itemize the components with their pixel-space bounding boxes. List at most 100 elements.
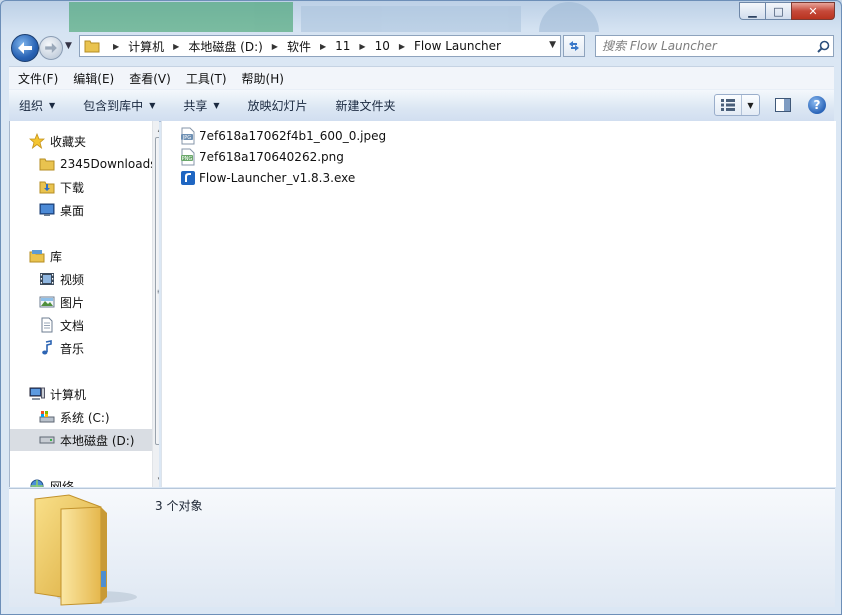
breadcrumb-10[interactable]: 10 [375, 39, 390, 53]
sidebar-label: 系统 (C:) [60, 410, 110, 425]
sidebar-label: 音乐 [60, 341, 85, 356]
sidebar-item-downloads[interactable]: 下载 [38, 176, 84, 198]
sidebar-item-favorites[interactable]: 收藏夹 [28, 130, 86, 152]
sidebar-label: 下载 [60, 180, 85, 195]
address-bar[interactable]: ▶ 计算机 ▶ 本地磁盘 (D:) ▶ 软件 ▶ 11 ▶ 10 ▶ Flow … [79, 35, 561, 57]
new-folder-button[interactable]: 新建文件夹 [336, 97, 396, 114]
sidebar-item-2345downloads[interactable]: 2345Downloads [38, 153, 156, 175]
breadcrumb-separator-icon[interactable]: ▶ [113, 42, 119, 51]
jpeg-file-icon: JPG [179, 127, 197, 145]
document-icon [38, 317, 56, 333]
breadcrumb: ▶ 计算机 ▶ 本地磁盘 (D:) ▶ 软件 ▶ 11 ▶ 10 ▶ Flow … [104, 38, 501, 55]
png-file-icon: PNG [179, 148, 197, 166]
command-bar: 组织 ▼ 包含到库中 ▼ 共享 ▼ 放映幻灯片 新建文件夹 ▼ ? [9, 89, 834, 122]
system-drive-icon [38, 409, 56, 425]
menu-edit[interactable]: 编辑(E) [64, 70, 120, 87]
music-icon [38, 340, 56, 356]
breadcrumb-software[interactable]: 软件 [287, 38, 311, 55]
drive-icon [38, 432, 56, 448]
navigation-pane: 收藏夹 2345Downloads 下载 桌面 库 视频 图片 文档 音乐 计算… [9, 121, 159, 487]
sidebar-label: 文档 [60, 318, 85, 333]
forward-button[interactable] [39, 36, 63, 60]
dropdown-arrow-icon: ▼ [149, 101, 156, 110]
sidebar-label: 桌面 [60, 203, 85, 218]
preview-pane-button[interactable] [772, 94, 794, 116]
navigation-bar: ▼ ▶ 计算机 ▶ 本地磁盘 (D:) ▶ 软件 ▶ 11 ▶ 10 ▶ Flo… [9, 33, 834, 62]
include-in-library-button[interactable]: 包含到库中 ▼ [83, 97, 155, 114]
include-in-library-label: 包含到库中 [83, 99, 144, 113]
breadcrumb-drive-d[interactable]: 本地磁盘 (D:) [188, 38, 262, 55]
breadcrumb-separator-icon[interactable]: ▶ [320, 42, 326, 51]
view-controls: ▼ ? [714, 94, 826, 116]
breadcrumb-separator-icon[interactable]: ▶ [272, 42, 278, 51]
folder-large-icon [34, 494, 137, 606]
file-item-exe[interactable]: Flow-Launcher_v1.8.3.exe [179, 168, 355, 188]
scroll-thumb[interactable]: ≡ [155, 137, 159, 445]
help-button[interactable]: ? [808, 96, 826, 114]
sidebar-label: 库 [50, 249, 63, 264]
menu-file[interactable]: 文件(F) [9, 70, 64, 87]
video-icon [38, 271, 56, 287]
breadcrumb-separator-icon[interactable]: ▶ [359, 42, 365, 51]
scroll-up-icon[interactable]: ▲ [153, 121, 159, 136]
library-icon [28, 248, 46, 264]
breadcrumb-11[interactable]: 11 [335, 39, 350, 53]
sidebar-item-videos[interactable]: 视频 [38, 268, 84, 290]
sidebar-item-drive-c[interactable]: 系统 (C:) [38, 406, 110, 428]
recent-pages-chevron-icon[interactable]: ▼ [65, 41, 72, 51]
sidebar-item-desktop[interactable]: 桌面 [38, 199, 84, 221]
breadcrumb-flow-launcher[interactable]: Flow Launcher [414, 39, 501, 53]
computer-icon [28, 386, 46, 402]
sidebar-label: 2345Downloads [60, 157, 157, 171]
close-button[interactable]: ✕ [791, 2, 835, 20]
sidebar-item-music[interactable]: 音乐 [38, 337, 84, 359]
sidebar-item-computer[interactable]: 计算机 [28, 383, 86, 405]
breadcrumb-separator-icon[interactable]: ▶ [399, 42, 405, 51]
folder-icon [38, 156, 56, 172]
view-dropdown-icon[interactable]: ▼ [742, 101, 759, 110]
share-button[interactable]: 共享 ▼ [183, 97, 219, 114]
minimize-button[interactable]: ▁ [739, 2, 765, 20]
network-icon [28, 478, 46, 487]
sidebar-label: 视频 [60, 272, 85, 287]
organize-button[interactable]: 组织 ▼ [19, 97, 55, 114]
preview-pane-icon [775, 98, 791, 112]
refresh-button[interactable] [563, 35, 585, 57]
desktop-icon [38, 202, 56, 218]
menu-help[interactable]: 帮助(H) [233, 70, 290, 87]
sidebar-label: 计算机 [50, 387, 87, 402]
sidebar-item-drive-d[interactable]: 本地磁盘 (D:) [10, 429, 152, 451]
menu-view[interactable]: 查看(V) [120, 70, 177, 87]
slideshow-button[interactable]: 放映幻灯片 [248, 97, 308, 114]
change-view-button[interactable]: ▼ [714, 94, 760, 116]
dropdown-arrow-icon: ▼ [213, 101, 220, 110]
sidebar-item-pictures[interactable]: 图片 [38, 291, 84, 313]
sidebar-label: 图片 [60, 295, 85, 310]
search-box[interactable] [595, 35, 834, 57]
sidebar-item-libraries[interactable]: 库 [28, 245, 62, 267]
arrow-left-icon [18, 42, 32, 54]
navigation-scrollbar[interactable]: ▲ ≡ ▼ [152, 121, 159, 487]
search-icon[interactable] [813, 40, 833, 53]
sidebar-item-network[interactable]: 网络 [28, 475, 74, 487]
file-name: 7ef618a170640262.png [199, 150, 344, 164]
file-name: Flow-Launcher_v1.8.3.exe [199, 171, 356, 185]
file-item-jpeg[interactable]: JPG 7ef618a17062f4b1_600_0.jpeg [179, 126, 386, 146]
folder-icon [84, 40, 100, 53]
back-button[interactable] [11, 34, 39, 62]
share-label: 共享 [183, 99, 208, 113]
maximize-button[interactable]: □ [765, 2, 791, 20]
caption-buttons: ▁ □ ✕ [739, 2, 835, 20]
scroll-down-icon[interactable]: ▼ [153, 472, 159, 487]
dropdown-arrow-icon: ▼ [49, 101, 56, 110]
view-details-icon[interactable] [715, 95, 742, 115]
breadcrumb-computer[interactable]: 计算机 [128, 38, 164, 55]
sidebar-item-documents[interactable]: 文档 [38, 314, 84, 336]
breadcrumb-separator-icon[interactable]: ▶ [173, 42, 179, 51]
menu-tools[interactable]: 工具(T) [177, 70, 233, 87]
picture-icon [38, 294, 56, 310]
file-item-png[interactable]: PNG 7ef618a170640262.png [179, 147, 344, 167]
search-input[interactable] [596, 36, 813, 56]
explorer-window: ▁ □ ✕ ▼ ▶ 计算机 ▶ 本地磁盘 (D:) ▶ 软件 ▶ 11 ▶ 10 [0, 0, 842, 615]
address-dropdown-icon[interactable]: ▼ [549, 40, 556, 50]
